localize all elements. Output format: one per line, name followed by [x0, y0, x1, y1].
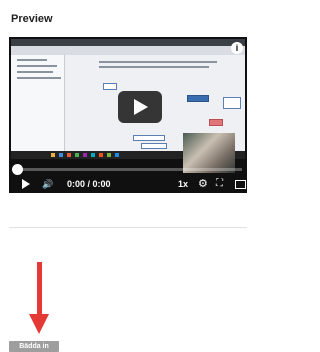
gear-icon[interactable]: ⚙: [198, 178, 208, 190]
video-frame-titlebar: [11, 39, 245, 46]
divider: [9, 227, 247, 228]
taskbar-app-icon: [91, 153, 95, 157]
frame-node: [103, 83, 117, 90]
frame-side-line: [17, 59, 47, 61]
taskbar-app-icon: [107, 153, 111, 157]
progress-bar[interactable]: [16, 168, 242, 171]
volume-icon[interactable]: 🔊: [42, 178, 53, 190]
taskbar-app-icon: [99, 153, 103, 157]
info-icon[interactable]: i: [231, 42, 243, 54]
frame-node: [187, 95, 209, 102]
webcam-overlay: [183, 133, 235, 173]
frame-side-line: [17, 65, 57, 67]
taskbar-app-icon: [75, 153, 79, 157]
taskbar-app-icon: [51, 153, 55, 157]
embed-button[interactable]: Bädda in: [9, 341, 59, 352]
taskbar-app-icon: [67, 153, 71, 157]
frame-node: [133, 135, 165, 141]
arrow-down-icon: [29, 314, 49, 334]
time-display: 0:00 / 0:00: [67, 178, 111, 190]
frame-side-line: [17, 77, 61, 79]
big-play-button[interactable]: [118, 91, 162, 123]
frame-side-line: [17, 71, 53, 73]
frame-node: [223, 97, 241, 109]
play-icon[interactable]: [22, 179, 30, 189]
frame-node: [209, 119, 223, 126]
taskbar-app-icon: [59, 153, 63, 157]
fullscreen-icon[interactable]: ⛶: [216, 178, 223, 190]
duration: 0:00: [92, 179, 111, 189]
arrow-shaft: [37, 262, 42, 317]
time-separator: /: [85, 179, 93, 189]
taskbar-app-icon: [83, 153, 87, 157]
frame-text-line: [99, 61, 217, 63]
player-controls: 🔊 0:00 / 0:00 1x ⚙ ⛶: [9, 175, 247, 193]
frame-text-line: [99, 66, 209, 68]
scrub-handle[interactable]: [12, 164, 23, 175]
preview-title: Preview: [11, 13, 53, 25]
playback-speed-button[interactable]: 1x: [178, 178, 188, 190]
taskbar-app-icon: [115, 153, 119, 157]
current-time: 0:00: [67, 179, 86, 189]
frame-node: [141, 143, 167, 149]
video-player[interactable]: i 🔊 0:00 / 0:00 1x ⚙ ⛶: [9, 37, 247, 193]
cast-icon[interactable]: [235, 180, 246, 189]
video-frame-toolbar: [11, 46, 245, 55]
